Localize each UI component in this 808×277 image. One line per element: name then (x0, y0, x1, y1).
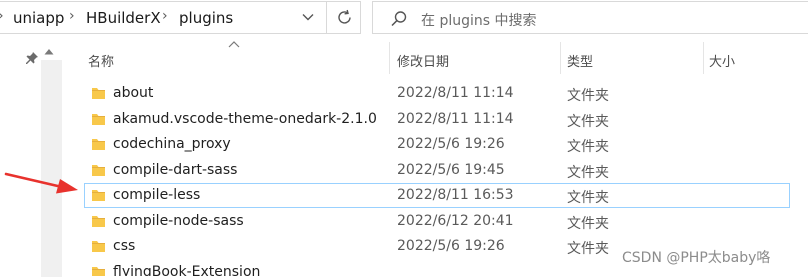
file-row-compile-dart-sass[interactable]: compile-dart-sass 2022/5/6 19:45 文件夹 (84, 158, 790, 183)
file-name: compile-dart-sass (113, 162, 238, 178)
refresh-button[interactable] (326, 1, 362, 34)
folder-icon (92, 139, 105, 150)
folder-icon (92, 165, 105, 176)
column-name[interactable]: 名称 (88, 51, 114, 70)
column-size[interactable]: 大小 (709, 51, 735, 70)
file-type: 文件夹 (567, 114, 609, 130)
file-name: compile-less (113, 187, 201, 203)
file-date: 2022/5/6 19:45 (397, 162, 505, 178)
folder-icon (92, 114, 105, 125)
navigation-pane (0, 36, 64, 277)
refresh-icon (338, 9, 351, 24)
file-name: compile-node-sass (113, 213, 244, 229)
scroll-up-icon[interactable] (43, 46, 55, 58)
column-divider[interactable] (560, 42, 561, 74)
chevron-down-icon[interactable] (298, 4, 318, 30)
folder-icon (92, 190, 105, 201)
search-icon (391, 11, 407, 27)
file-type: 文件夹 (567, 165, 609, 181)
file-row-compile-less[interactable]: compile-less 2022/8/11 16:53 文件夹 (84, 183, 790, 208)
folder-icon (92, 88, 105, 99)
pin-icon[interactable] (25, 51, 39, 65)
file-row-about[interactable]: about 2022/8/11 11:14 文件夹 (84, 81, 790, 106)
column-header: 名称 修改日期 类型 大小 (64, 42, 808, 74)
breadcrumb-separator-icon[interactable]: › (162, 8, 168, 24)
watermark-text: CSDN @PHP太baby咯 (622, 250, 771, 266)
file-date: 2022/6/12 20:41 (397, 213, 514, 229)
file-date: 2022/8/11 16:53 (397, 187, 514, 203)
annotation-arrow-icon (4, 172, 78, 194)
file-type: 文件夹 (567, 241, 609, 257)
breadcrumb-separator-icon[interactable]: › (69, 8, 75, 24)
file-name: akamud.vscode-theme-onedark-2.1.0 (113, 111, 377, 127)
file-row-akamud[interactable]: akamud.vscode-theme-onedark-2.1.0 2022/8… (84, 107, 790, 132)
column-divider[interactable] (389, 42, 390, 74)
file-type: 文件夹 (567, 190, 609, 206)
folder-icon (92, 241, 105, 252)
file-date: 2022/5/6 19:26 (397, 136, 505, 152)
folder-icon (92, 267, 105, 276)
column-divider[interactable] (703, 42, 704, 74)
file-date: 2022/8/11 11:14 (397, 111, 514, 127)
search-input[interactable]: 在 plugins 中搜索 (372, 1, 808, 34)
file-name: about (113, 85, 154, 101)
file-name: codechina_proxy (113, 136, 231, 152)
file-date: 2022/8/11 11:14 (397, 85, 514, 101)
column-date[interactable]: 修改日期 (397, 51, 449, 70)
address-toolbar: › uniapp › HBuilderX › plugins 在 plugins… (0, 0, 808, 36)
file-name: css (113, 238, 136, 254)
breadcrumb-item-plugins[interactable]: plugins (179, 9, 233, 27)
breadcrumb-item-hbuilderx[interactable]: HBuilderX (86, 9, 161, 27)
file-row-compile-node-sass[interactable]: compile-node-sass 2022/6/12 20:41 文件夹 (84, 209, 790, 234)
column-type[interactable]: 类型 (567, 51, 593, 70)
breadcrumb-item-uniapp[interactable]: uniapp (13, 9, 64, 27)
search-placeholder: 在 plugins 中搜索 (421, 13, 537, 29)
file-type: 文件夹 (567, 139, 609, 155)
breadcrumb-separator-icon[interactable]: › (0, 8, 4, 24)
file-name: flyingBook-Extension (113, 264, 261, 276)
file-date: 2022/5/6 19:26 (397, 238, 505, 254)
file-type: 文件夹 (567, 216, 609, 232)
file-row-codechina-proxy[interactable]: codechina_proxy 2022/5/6 19:26 文件夹 (84, 132, 790, 157)
file-type: 文件夹 (567, 88, 609, 104)
folder-icon (92, 216, 105, 227)
